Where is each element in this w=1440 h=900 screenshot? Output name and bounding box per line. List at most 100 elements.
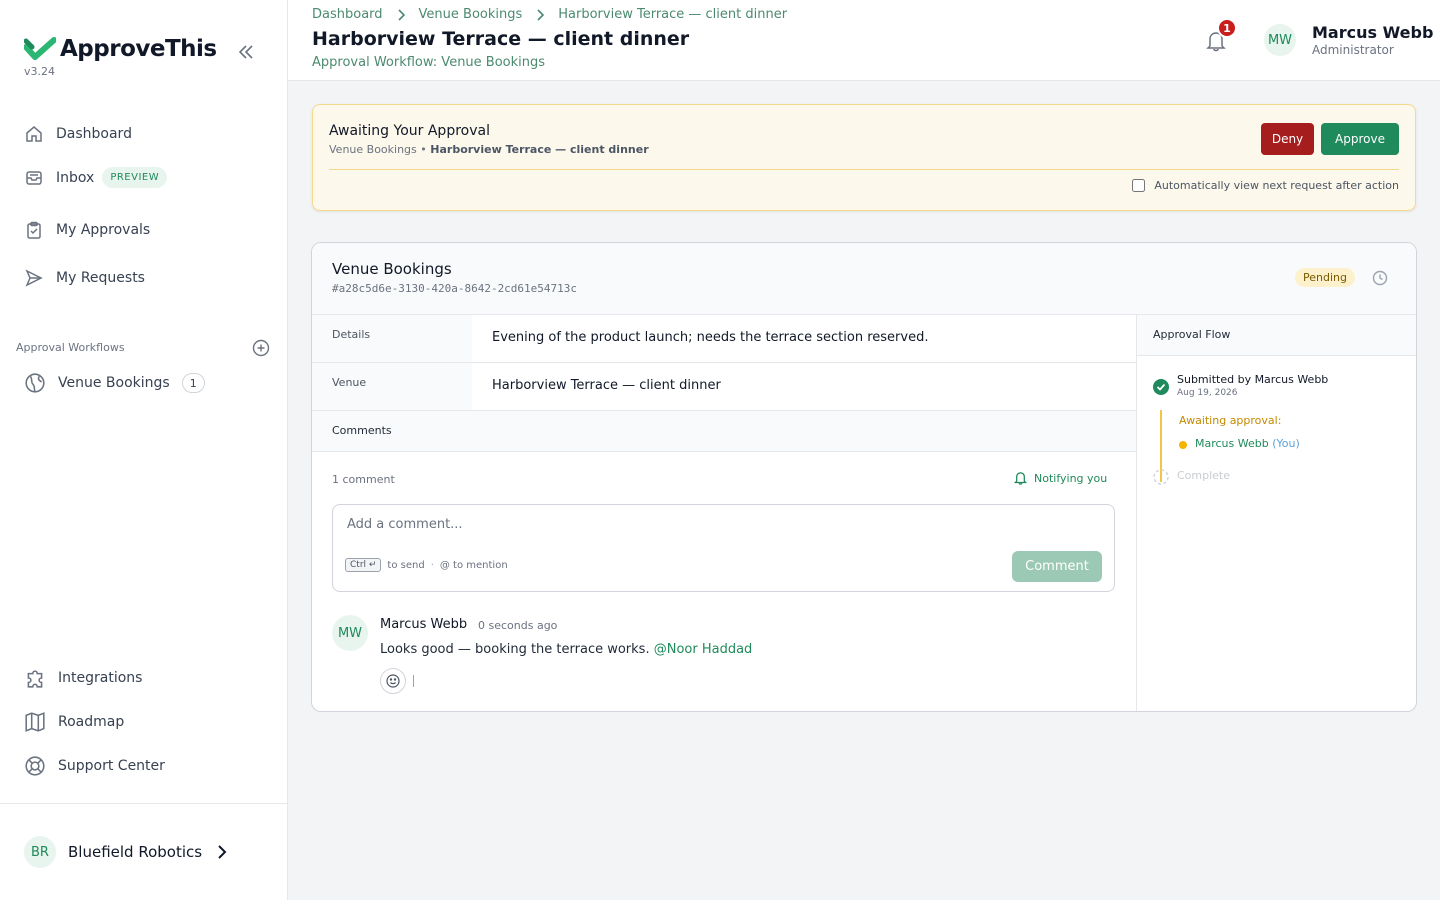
nav-roadmap[interactable]: Roadmap xyxy=(24,711,124,733)
hint-separator: · xyxy=(430,559,434,571)
pending-dot-icon xyxy=(1179,441,1187,449)
comment-composer: Ctrl ↵ to send · @ to mention Comment xyxy=(332,504,1115,592)
breadcrumb-current[interactable]: Harborview Terrace — client dinner xyxy=(558,7,787,22)
chevron-right-icon xyxy=(218,845,227,859)
app-version: v3.24 xyxy=(24,65,56,78)
request-workflow-title: Venue Bookings xyxy=(332,260,452,278)
comment-submit-button[interactable]: Comment xyxy=(1012,551,1102,582)
nav-dashboard-label: Dashboard xyxy=(56,126,132,142)
awaiting-request: Harborview Terrace — client dinner xyxy=(430,143,649,156)
logo-check-icon xyxy=(24,37,56,60)
deny-button[interactable]: Deny xyxy=(1261,123,1314,155)
brand-logo[interactable]: ApproveThis xyxy=(24,36,217,62)
comment-mention[interactable]: @Noor Haddad xyxy=(654,642,753,657)
awaiting-divider xyxy=(329,169,1399,170)
approval-flow-header: Approval Flow xyxy=(1137,315,1416,356)
request-card-header: Venue Bookings #a28c5d6e-3130-420a-8642-… xyxy=(312,243,1416,315)
auto-next-label: Automatically view next request after ac… xyxy=(1154,179,1399,192)
field-row-details: Details Evening of the product launch; n… xyxy=(312,315,1136,363)
lifebuoy-icon xyxy=(25,756,45,776)
approval-flow-panel: Approval Flow Submitted by Marcus Webb A… xyxy=(1136,315,1416,711)
request-card: Venue Bookings #a28c5d6e-3130-420a-8642-… xyxy=(311,242,1417,712)
awaiting-workflow: Venue Bookings xyxy=(329,143,417,156)
nav-my-requests[interactable]: My Requests xyxy=(24,268,145,288)
nav-inbox[interactable]: Inbox PREVIEW xyxy=(24,167,168,188)
comments-header: Comments xyxy=(312,411,1136,452)
workflow-venue-bookings-label: Venue Bookings xyxy=(58,375,170,391)
breadcrumb-venue-bookings[interactable]: Venue Bookings xyxy=(419,7,523,22)
flow-approver-name: Marcus Webb xyxy=(1195,437,1269,450)
page-subtitle: Approval Workflow: Venue Bookings xyxy=(312,55,546,70)
flow-submitted: Submitted by Marcus Webb xyxy=(1177,373,1329,386)
clipboard-check-icon xyxy=(27,221,41,239)
comment-author: Marcus Webb xyxy=(380,617,468,632)
org-switcher[interactable]: BR Bluefield Robotics xyxy=(24,836,228,868)
top-header: Dashboard Venue Bookings Harborview Terr… xyxy=(288,0,1440,81)
add-workflow-icon[interactable] xyxy=(252,339,270,357)
avatar: MW xyxy=(332,615,368,651)
inbox-icon xyxy=(26,170,42,185)
auto-next-checkbox[interactable] xyxy=(1132,179,1146,192)
chevron-right-icon xyxy=(537,8,545,21)
comment-input[interactable] xyxy=(347,517,987,532)
page-title: Harborview Terrace — client dinner xyxy=(312,28,690,50)
approve-button[interactable]: Approve xyxy=(1321,123,1399,155)
flow-approver[interactable]: Marcus Webb (You) xyxy=(1195,437,1300,450)
request-id: #a28c5d6e-3130-420a-8642-2cd61e54713c xyxy=(332,282,578,295)
check-circle-icon xyxy=(1153,379,1169,395)
nav-roadmap-label: Roadmap xyxy=(58,714,125,730)
nav-my-approvals[interactable]: My Approvals xyxy=(24,220,150,240)
nav-integrations[interactable]: Integrations xyxy=(24,667,142,689)
notify-label: Notifying you xyxy=(1034,471,1108,485)
field-label: Details xyxy=(312,315,472,362)
user-role: Administrator xyxy=(1312,43,1394,57)
nav-dashboard[interactable]: Dashboard xyxy=(24,124,132,144)
app-name: ApproveThis xyxy=(60,36,217,62)
map-icon xyxy=(25,712,45,732)
field-label: Venue xyxy=(312,363,472,410)
flow-submitted-date: Aug 19, 2026 xyxy=(1177,388,1238,398)
bell-icon xyxy=(1014,472,1027,485)
nav-support-center-label: Support Center xyxy=(58,758,165,774)
field-value: Harborview Terrace — client dinner xyxy=(492,378,721,393)
user-name: Marcus Webb xyxy=(1312,23,1434,42)
request-details: Details Evening of the product launch; n… xyxy=(312,315,1136,711)
awaiting-approval-banner: Awaiting Your Approval Venue Bookings • … xyxy=(312,104,1416,211)
breadcrumb: Dashboard Venue Bookings Harborview Terr… xyxy=(312,7,787,22)
comment-body: Looks good — booking the terrace works. … xyxy=(380,642,752,657)
nav-my-approvals-label: My Approvals xyxy=(56,222,151,238)
notify-toggle[interactable]: Notifying you xyxy=(1014,471,1107,485)
workflows-section-label: Approval Workflows xyxy=(16,341,125,354)
globe-icon xyxy=(25,373,45,393)
dashed-circle-icon xyxy=(1153,469,1169,485)
flow-approver-tag: (You) xyxy=(1272,437,1300,450)
nav-my-requests-label: My Requests xyxy=(56,270,145,286)
workflow-venue-bookings[interactable]: Venue Bookings 1 xyxy=(24,372,205,394)
clock-icon[interactable] xyxy=(1372,270,1388,286)
nav-support-center[interactable]: Support Center xyxy=(24,755,165,777)
auto-next-option[interactable]: Automatically view next request after ac… xyxy=(1132,179,1399,192)
emoji-react-icon[interactable] xyxy=(380,668,406,694)
comment-time: 0 seconds ago xyxy=(478,619,558,632)
hint-send: to send xyxy=(387,559,425,571)
workflow-count-badge: 1 xyxy=(181,373,205,393)
preview-badge: PREVIEW xyxy=(102,167,168,188)
org-name: Bluefield Robotics xyxy=(68,843,203,861)
flow-complete-label: Complete xyxy=(1177,469,1231,482)
reaction-divider xyxy=(413,675,414,687)
nav-integrations-label: Integrations xyxy=(58,670,143,686)
send-icon xyxy=(25,269,43,287)
bullet-separator: • xyxy=(420,143,431,156)
user-avatar[interactable]: MW xyxy=(1264,24,1296,56)
field-row-venue: Venue Harborview Terrace — client dinner xyxy=(312,363,1136,411)
sidebar-divider xyxy=(0,803,288,804)
awaiting-title: Awaiting Your Approval xyxy=(329,123,490,139)
hint-mention: @ to mention xyxy=(439,559,508,571)
field-value: Evening of the product launch; needs the… xyxy=(492,330,929,345)
org-avatar: BR xyxy=(24,836,56,868)
collapse-sidebar-icon[interactable] xyxy=(236,42,256,62)
status-badge: Pending xyxy=(1295,268,1355,287)
notification-count-badge: 1 xyxy=(1217,18,1237,38)
breadcrumb-dashboard[interactable]: Dashboard xyxy=(312,7,383,22)
shortcut-key: Ctrl ↵ xyxy=(345,558,382,572)
